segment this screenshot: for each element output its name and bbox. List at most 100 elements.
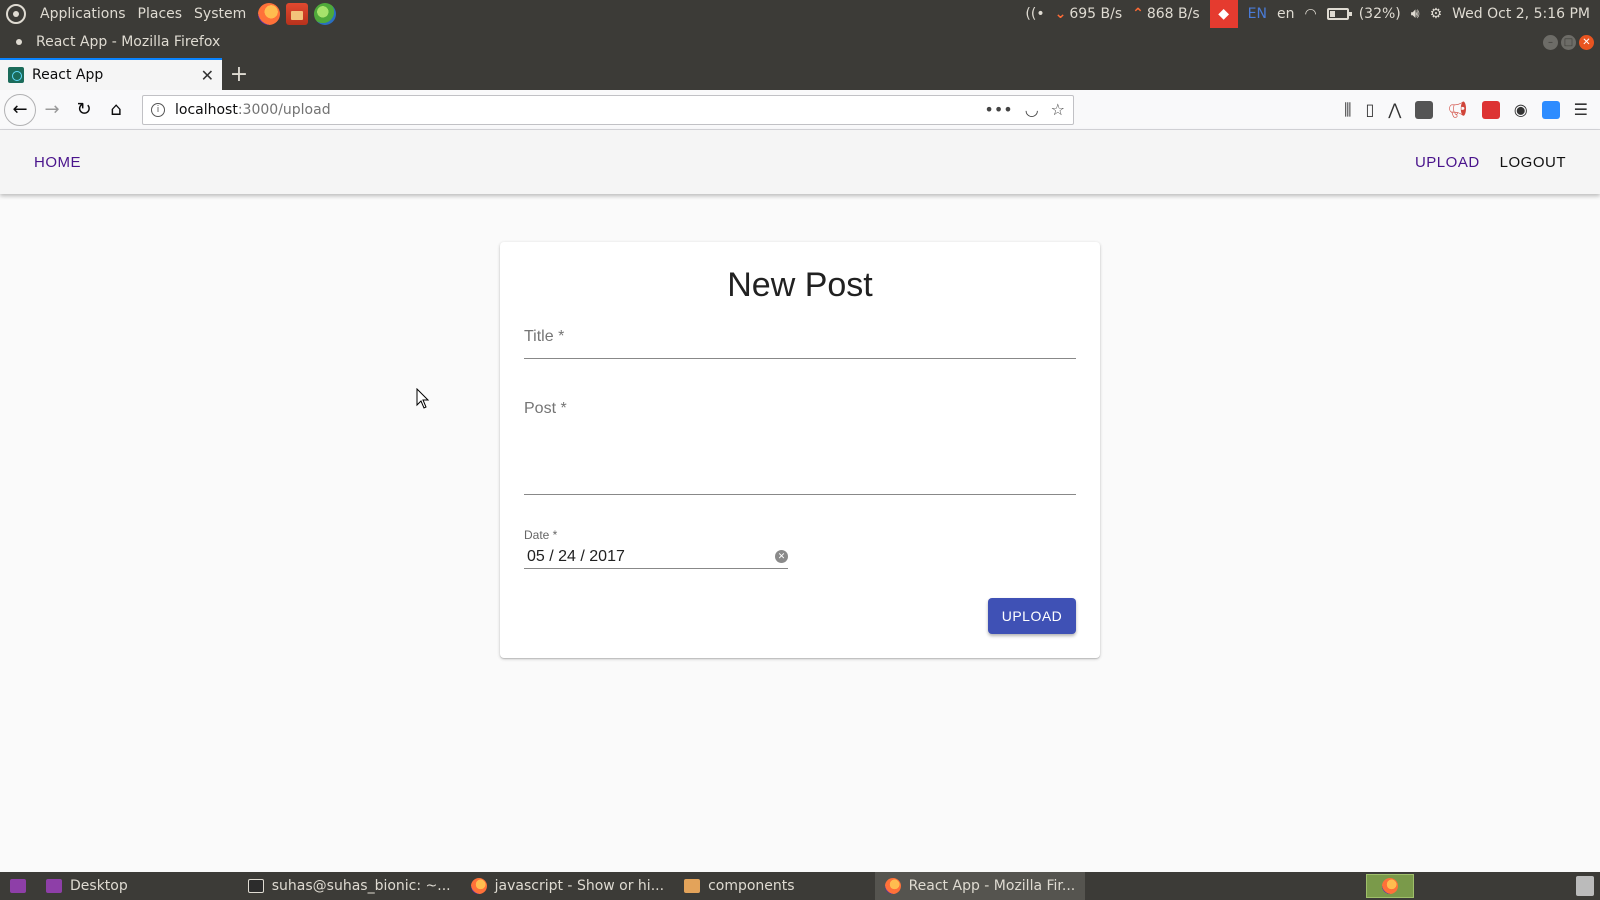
account-icon[interactable]: ◉ [1514, 100, 1528, 119]
tab-label: React App [32, 67, 104, 83]
url-path: :3000/upload [237, 101, 331, 118]
firefox-icon [884, 878, 901, 894]
url-host: localhost [175, 101, 238, 118]
taskbar-item-react-app[interactable]: React App - Mozilla Fir... [874, 872, 1086, 900]
net-speed-up: ⌃ 868 B/s [1132, 6, 1200, 22]
taskbar-label: javascript - Show or hi... [494, 878, 665, 894]
window-menu-dot-icon[interactable] [16, 39, 22, 45]
firefox-launcher-icon[interactable] [258, 3, 281, 25]
net-up-value: 868 B/s [1146, 6, 1200, 22]
tab-react-app[interactable]: React App ✕ [0, 58, 222, 90]
upload-nav-button[interactable]: UPLOAD [1405, 148, 1490, 177]
desktop-icon [10, 879, 26, 893]
close-tab-icon[interactable]: ✕ [201, 66, 214, 85]
taskbar-item-components[interactable]: components [674, 872, 805, 900]
close-window-button[interactable]: ✕ [1579, 34, 1594, 50]
language-badge[interactable]: EN [1248, 6, 1267, 22]
volume-icon[interactable]: 🔊︎ [1411, 6, 1420, 22]
folder-icon [684, 879, 701, 893]
settings-gear-icon[interactable]: ⚙ [1430, 6, 1443, 22]
bookmark-star-icon[interactable]: ☆ [1051, 100, 1065, 119]
taskbar-label: components [708, 878, 795, 894]
home-button[interactable]: ⌂ [100, 94, 132, 126]
taskbar-label: suhas@suhas_bionic: ~... [271, 878, 451, 894]
extension-icon[interactable]: ⋀ [1388, 100, 1401, 119]
title-underline [524, 358, 1076, 359]
wifi-icon[interactable]: ◠ [1304, 6, 1316, 22]
pocket-icon[interactable]: ◡ [1025, 100, 1039, 119]
date-underline [524, 568, 788, 569]
nav-toolbar: ← → ↻ ⌂ i localhost :3000/upload ••• ◡ ☆… [0, 90, 1600, 130]
battery-icon[interactable] [1326, 8, 1352, 20]
ubuntu-logo-icon[interactable] [6, 4, 26, 24]
hamburger-menu-icon[interactable]: ☰ [1574, 100, 1588, 119]
mouse-cursor-icon [416, 388, 430, 409]
back-button[interactable]: ← [4, 93, 36, 126]
firefox-icon [470, 878, 487, 894]
title-field[interactable]: Title * [524, 328, 1076, 359]
post-label: Post * [524, 400, 567, 417]
minimize-button[interactable]: – [1543, 34, 1558, 50]
battery-percent: (32%) [1358, 6, 1401, 22]
new-tab-button[interactable]: + [222, 58, 256, 90]
bottom-taskbar: Desktop suhas@suhas_bionic: ~... javascr… [0, 872, 1600, 900]
firefox-icon [1382, 878, 1398, 894]
clear-date-icon[interactable]: ✕ [775, 550, 788, 563]
up-arrow-icon: ⌃ [1132, 6, 1144, 22]
net-down-value: 695 B/s [1069, 6, 1123, 22]
places-menu[interactable]: Places [132, 6, 189, 22]
globe-launcher-icon[interactable] [314, 3, 337, 25]
clock[interactable]: Wed Oct 2, 5:16 PM [1452, 6, 1590, 22]
taskbar-item-terminal[interactable]: suhas@suhas_bionic: ~... [238, 872, 461, 900]
date-field[interactable]: Date * 05 / 24 / 2017 ✕ [524, 528, 788, 569]
page-title: New Post [727, 266, 873, 304]
react-favicon-icon [8, 67, 24, 83]
post-field[interactable]: Post * [524, 400, 1076, 495]
reload-button[interactable]: ↻ [68, 94, 100, 126]
terminal-icon [247, 879, 264, 893]
taskbar-item-desktop[interactable]: Desktop [36, 872, 138, 900]
new-post-card: New Post Title * Post * Date * 05 / 24 /… [500, 242, 1100, 658]
date-label: Date * [524, 528, 558, 542]
maximize-button[interactable]: □ [1561, 34, 1576, 50]
zoom-extension-icon[interactable] [1541, 100, 1560, 119]
selenium-extension-icon[interactable] [1415, 100, 1434, 119]
wireless-signal-icon: ((• [1025, 6, 1045, 22]
workspace-switcher[interactable] [1366, 874, 1414, 898]
top-panel: Applications Places System ((• ⌄ 695 B/s… [0, 0, 1600, 28]
home-nav-button[interactable]: HOME [24, 148, 91, 177]
taskbar-label: Desktop [70, 878, 128, 894]
language-label[interactable]: en [1277, 6, 1295, 22]
date-input[interactable]: 05 / 24 / 2017 [524, 548, 788, 566]
library-icon[interactable]: ⫼ [1344, 100, 1351, 120]
app-bar: HOME UPLOAD LOGOUT [0, 130, 1600, 194]
down-arrow-icon: ⌄ [1054, 6, 1067, 22]
site-info-icon[interactable]: i [151, 102, 165, 117]
anydesk-icon[interactable]: ◆ [1209, 0, 1238, 28]
toolbar-right: ⫼ ▯ ⋀ 📢︎ ◉ ☰ [1344, 100, 1600, 120]
sidebar-icon[interactable]: ▯ [1365, 100, 1374, 119]
url-bar[interactable]: i localhost :3000/upload ••• ◡ ☆ [142, 94, 1074, 125]
window-title: React App - Mozilla Firefox [36, 34, 221, 50]
system-menu[interactable]: System [188, 6, 252, 22]
window-titlebar: React App - Mozilla Firefox – □ ✕ [0, 28, 1600, 56]
forward-button[interactable]: → [36, 94, 68, 126]
battery-level [1329, 11, 1336, 17]
logout-button[interactable]: LOGOUT [1490, 148, 1576, 177]
tab-strip: React App ✕ + [0, 56, 1600, 90]
taskbar-item-javascript[interactable]: javascript - Show or hi... [461, 872, 674, 900]
title-label: Title * [524, 328, 565, 345]
upload-submit-button[interactable]: UPLOAD [988, 598, 1076, 634]
page-actions-icon[interactable]: ••• [984, 100, 1012, 119]
trash-icon[interactable] [1576, 876, 1594, 896]
red-extension-icon[interactable] [1481, 100, 1500, 119]
post-underline [524, 494, 1076, 495]
url-actions: ••• ◡ ☆ [984, 100, 1065, 119]
megaphone-icon[interactable]: 📢︎ [1447, 100, 1467, 119]
taskbar-label: React App - Mozilla Fir... [908, 878, 1076, 894]
show-desktop-button[interactable] [0, 872, 36, 900]
files-launcher-icon[interactable] [286, 3, 309, 25]
desktop-folder-icon [46, 879, 62, 893]
applications-menu[interactable]: Applications [34, 6, 132, 22]
window-controls: – □ ✕ [1543, 34, 1600, 50]
